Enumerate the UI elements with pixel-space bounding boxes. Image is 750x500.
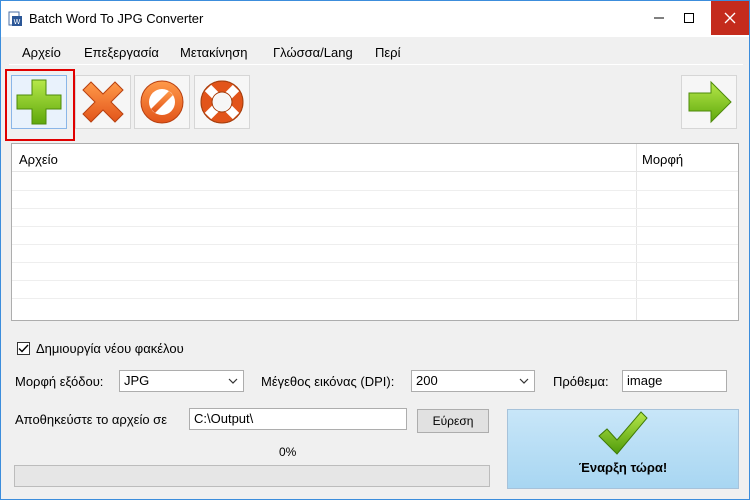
- menu-bar: Αρχείο Επεξεργασία Μετακίνηση Γλώσσα/Lan…: [9, 39, 743, 65]
- close-icon: [724, 12, 736, 24]
- title-bar: W Batch Word To JPG Converter: [1, 1, 749, 37]
- maximize-button[interactable]: [674, 1, 704, 35]
- window-title: Batch Word To JPG Converter: [29, 11, 204, 26]
- svg-text:W: W: [14, 18, 21, 26]
- app-window: W Batch Word To JPG Converter Αρχείο Επε…: [0, 0, 750, 500]
- create-folder-checkbox[interactable]: [17, 341, 30, 355]
- clear-list-button[interactable]: [134, 75, 190, 129]
- output-format-select[interactable]: JPG: [119, 370, 244, 392]
- chevron-down-icon: [519, 378, 529, 384]
- progress-bar: [14, 465, 490, 487]
- toolbar: [1, 69, 749, 141]
- dpi-label: Μέγεθος εικόνας (DPI):: [261, 374, 395, 389]
- output-format-label: Μορφή εξόδου:: [15, 374, 104, 389]
- arrow-right-icon: [688, 80, 732, 124]
- remove-files-button[interactable]: [75, 75, 131, 129]
- row-line: [12, 298, 738, 299]
- row-line: [12, 244, 738, 245]
- delete-icon: [82, 81, 124, 123]
- column-file[interactable]: Αρχείο: [19, 152, 58, 167]
- lifebuoy-icon: [200, 80, 244, 124]
- add-icon: [16, 79, 62, 125]
- menu-edit[interactable]: Επεξεργασία: [84, 45, 159, 60]
- dpi-select[interactable]: 200: [411, 370, 535, 392]
- close-button[interactable]: [711, 1, 749, 35]
- next-button[interactable]: [681, 75, 737, 129]
- start-button[interactable]: Έναρξη τώρα!: [507, 409, 739, 489]
- menu-file[interactable]: Αρχείο: [22, 45, 61, 60]
- chevron-down-icon: [228, 378, 238, 384]
- maximize-icon: [684, 13, 694, 23]
- prefix-label: Πρόθεμα:: [553, 374, 609, 389]
- checkmark-big-icon: [598, 411, 648, 455]
- minimize-button[interactable]: [644, 1, 674, 35]
- file-list[interactable]: Αρχείο Μορφή: [11, 143, 739, 321]
- minimize-icon: [654, 17, 664, 19]
- row-line: [12, 208, 738, 209]
- stop-icon: [140, 80, 184, 124]
- app-icon: W: [8, 11, 22, 26]
- save-to-label: Αποθηκεύστε το αρχείο σε: [15, 412, 167, 427]
- create-folder-label: Δημιουργία νέου φακέλου: [36, 340, 184, 356]
- prefix-input[interactable]: image: [622, 370, 727, 392]
- add-files-button[interactable]: [11, 75, 67, 129]
- row-line: [12, 226, 738, 227]
- file-list-header: Αρχείο Μορφή: [12, 144, 738, 172]
- row-line: [12, 280, 738, 281]
- start-label: Έναρξη τώρα!: [578, 460, 668, 475]
- checkmark-icon: [18, 344, 29, 353]
- menu-language[interactable]: Γλώσσα/Lang: [273, 45, 353, 60]
- column-format[interactable]: Μορφή: [642, 152, 683, 167]
- browse-button[interactable]: Εύρεση: [417, 409, 489, 433]
- menu-about[interactable]: Περί: [375, 45, 400, 60]
- column-separator: [636, 144, 637, 320]
- row-line: [12, 262, 738, 263]
- progress-percent: 0%: [279, 445, 297, 459]
- help-button[interactable]: [194, 75, 250, 129]
- output-path-input[interactable]: C:\Output\: [189, 408, 407, 430]
- row-line: [12, 190, 738, 191]
- dpi-value: 200: [416, 373, 438, 388]
- menu-move[interactable]: Μετακίνηση: [180, 45, 247, 60]
- create-folder-option[interactable]: Δημιουργία νέου φακέλου: [17, 339, 184, 357]
- output-format-value: JPG: [124, 373, 150, 388]
